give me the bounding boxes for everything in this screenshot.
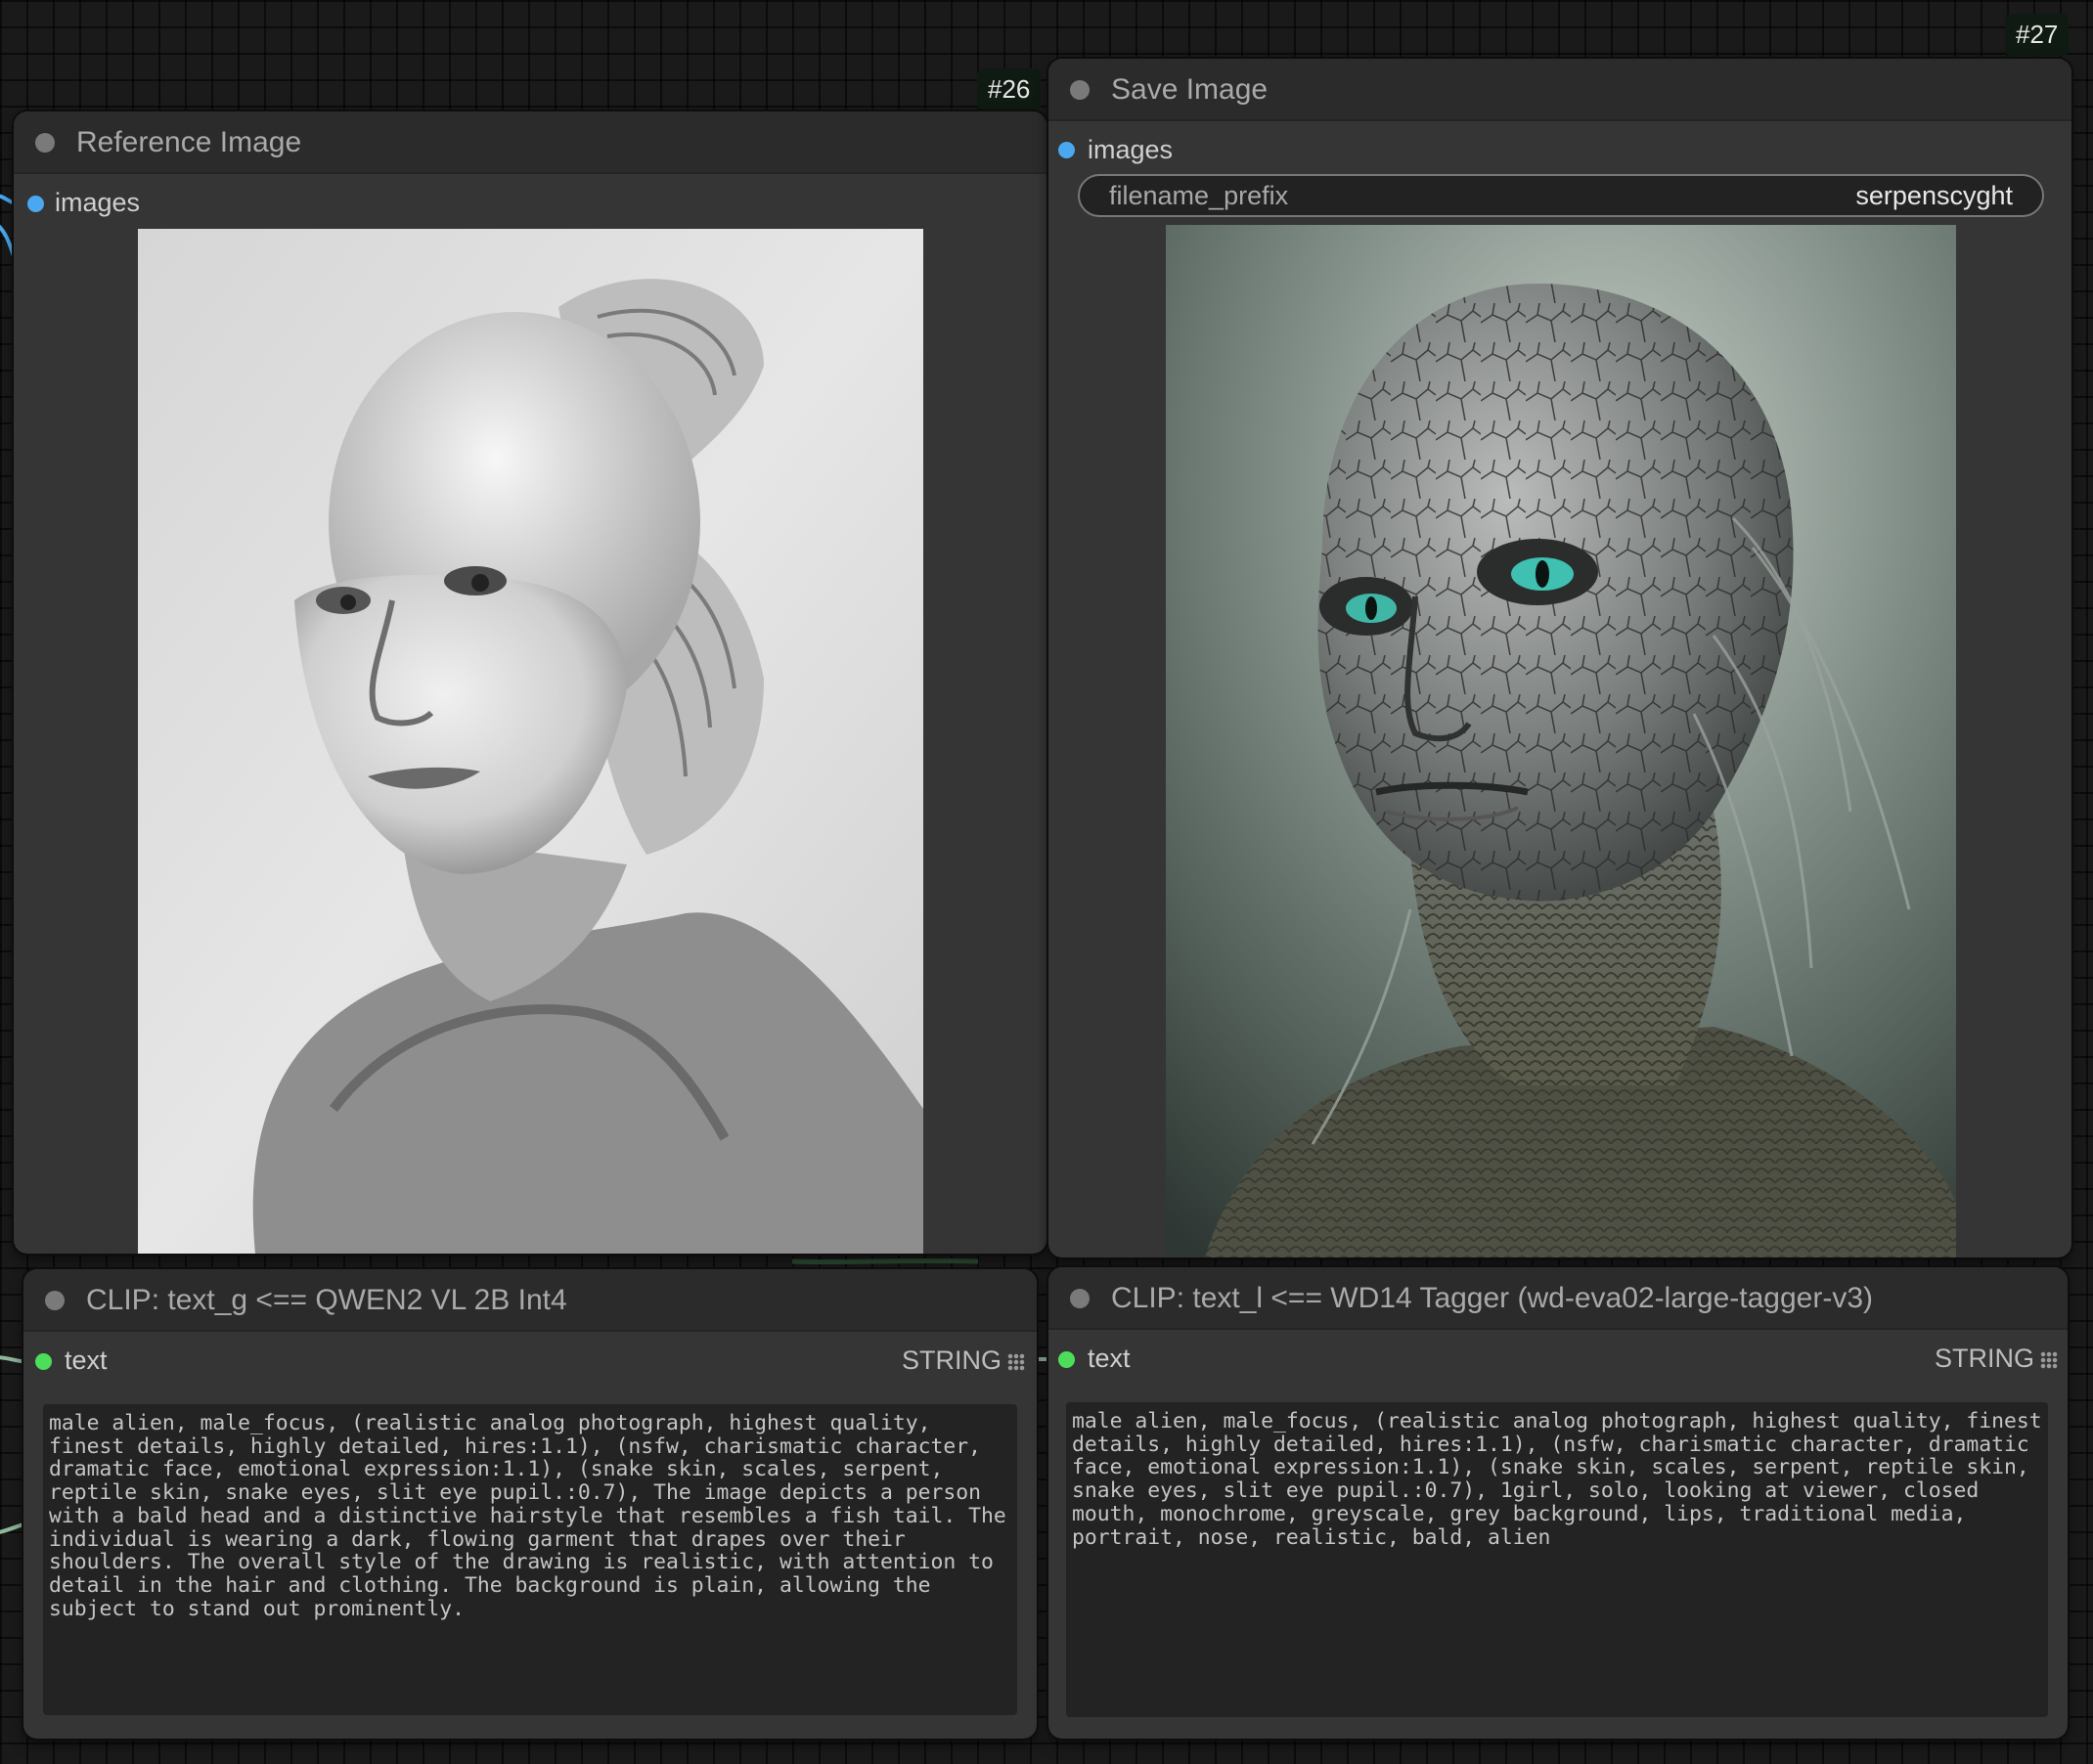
node-header[interactable]: CLIP: text_g <== QWEN2 VL 2B Int4: [23, 1269, 1037, 1332]
grip-icon[interactable]: [1007, 1353, 1025, 1371]
collapse-toggle-icon[interactable]: [45, 1291, 65, 1310]
grip-icon[interactable]: [2040, 1351, 2058, 1369]
text-display[interactable]: male alien, male_focus, (realistic analo…: [43, 1404, 1017, 1715]
filename-prefix-value: serpenscyght: [1855, 181, 2013, 210]
save-image-node[interactable]: Save Image images filename_prefix serpen…: [1048, 59, 2071, 1257]
output-slot-text[interactable]: [35, 1353, 52, 1370]
output-label-text: text: [1088, 1344, 1131, 1373]
input-label-images: images: [55, 188, 141, 217]
collapse-toggle-icon[interactable]: [35, 133, 55, 153]
input-label-images: images: [1088, 135, 1174, 164]
node-id-badge: #26: [977, 68, 1042, 110]
output-type-label: STRING: [1935, 1344, 2035, 1373]
node-title: Save Image: [1111, 73, 1269, 106]
node-id-badge: #27: [2005, 14, 2070, 56]
input-slot-images[interactable]: [1058, 142, 1075, 158]
text-display[interactable]: male alien, male_focus, (realistic analo…: [1066, 1402, 2048, 1717]
output-slot-text[interactable]: [1058, 1351, 1075, 1368]
node-title: Reference Image: [76, 126, 302, 158]
node-header[interactable]: Reference Image: [14, 111, 1046, 174]
filename-prefix-widget[interactable]: filename_prefix serpenscyght: [1078, 174, 2044, 217]
clip-text-g-node[interactable]: CLIP: text_g <== QWEN2 VL 2B Int4 text S…: [23, 1269, 1037, 1739]
reference-image-preview: [138, 229, 923, 1254]
node-header[interactable]: Save Image: [1048, 59, 2071, 121]
node-title: CLIP: text_l <== WD14 Tagger (wd-eva02-l…: [1111, 1282, 1873, 1314]
clip-text-l-node[interactable]: CLIP: text_l <== WD14 Tagger (wd-eva02-l…: [1048, 1267, 2068, 1739]
collapse-toggle-icon[interactable]: [1070, 80, 1090, 100]
node-title: CLIP: text_g <== QWEN2 VL 2B Int4: [86, 1284, 567, 1316]
reference-image-node[interactable]: Reference Image images: [14, 111, 1046, 1254]
saved-image-preview: [1166, 225, 1956, 1257]
node-header[interactable]: CLIP: text_l <== WD14 Tagger (wd-eva02-l…: [1048, 1267, 2068, 1330]
output-label-text: text: [65, 1345, 108, 1375]
output-type-label: STRING: [902, 1345, 1002, 1375]
collapse-toggle-icon[interactable]: [1070, 1289, 1090, 1308]
filename-prefix-label: filename_prefix: [1109, 181, 1289, 210]
input-slot-images[interactable]: [27, 196, 44, 212]
